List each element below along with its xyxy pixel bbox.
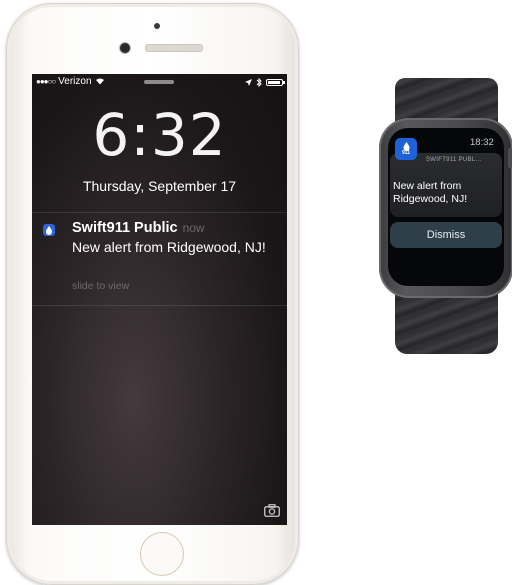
signal-strength-icon: ●●●○○ <box>36 77 56 86</box>
front-camera <box>119 42 131 54</box>
home-button[interactable] <box>140 532 184 576</box>
dismiss-button[interactable]: Dismiss <box>390 222 502 248</box>
carrier-info: ●●●○○ Verizon <box>36 74 105 90</box>
lock-screen-date: Thursday, September 17 <box>82 178 237 194</box>
notification-divider-top <box>32 212 287 213</box>
battery-icon <box>266 78 285 86</box>
lock-screen[interactable]: ●●●○○ Verizon 6:32 Thursday, September 17… <box>32 74 287 525</box>
wifi-icon <box>95 78 104 85</box>
notification-divider-bottom <box>32 305 287 306</box>
notification-time: now <box>182 221 205 235</box>
app-icon-label: 911 <box>401 150 411 156</box>
swift911-app-icon <box>43 224 55 236</box>
carrier-name: Verizon <box>58 76 92 87</box>
bluetooth-icon <box>256 77 262 87</box>
notification-item[interactable]: Swift911 Public now <box>72 220 205 236</box>
status-indicator <box>144 80 174 84</box>
camera-icon[interactable] <box>264 504 280 517</box>
watch-time: 18:32 <box>470 137 494 148</box>
status-right-icons <box>245 74 285 90</box>
watch-notification-message: New alert from Ridgewood, NJ! <box>393 180 468 205</box>
location-arrow-icon <box>245 78 252 86</box>
notification-message: New alert from Ridgewood, NJ! <box>72 239 266 255</box>
front-sensor <box>154 23 160 29</box>
status-bar: ●●●○○ Verizon <box>32 74 287 90</box>
slide-to-view-hint: slide to view <box>72 280 130 292</box>
watch-app-name: SWIFT911 PUBL... <box>426 157 482 163</box>
lock-screen-time: 6:32 <box>92 101 227 169</box>
swift911-watch-app-icon: 911 <box>395 138 417 160</box>
digital-crown[interactable] <box>508 148 512 168</box>
iphone-device: ●●●○○ Verizon 6:32 Thursday, September 17… <box>6 3 299 585</box>
earpiece-speaker <box>145 44 203 52</box>
notification-app-name: Swift911 Public <box>72 220 178 236</box>
